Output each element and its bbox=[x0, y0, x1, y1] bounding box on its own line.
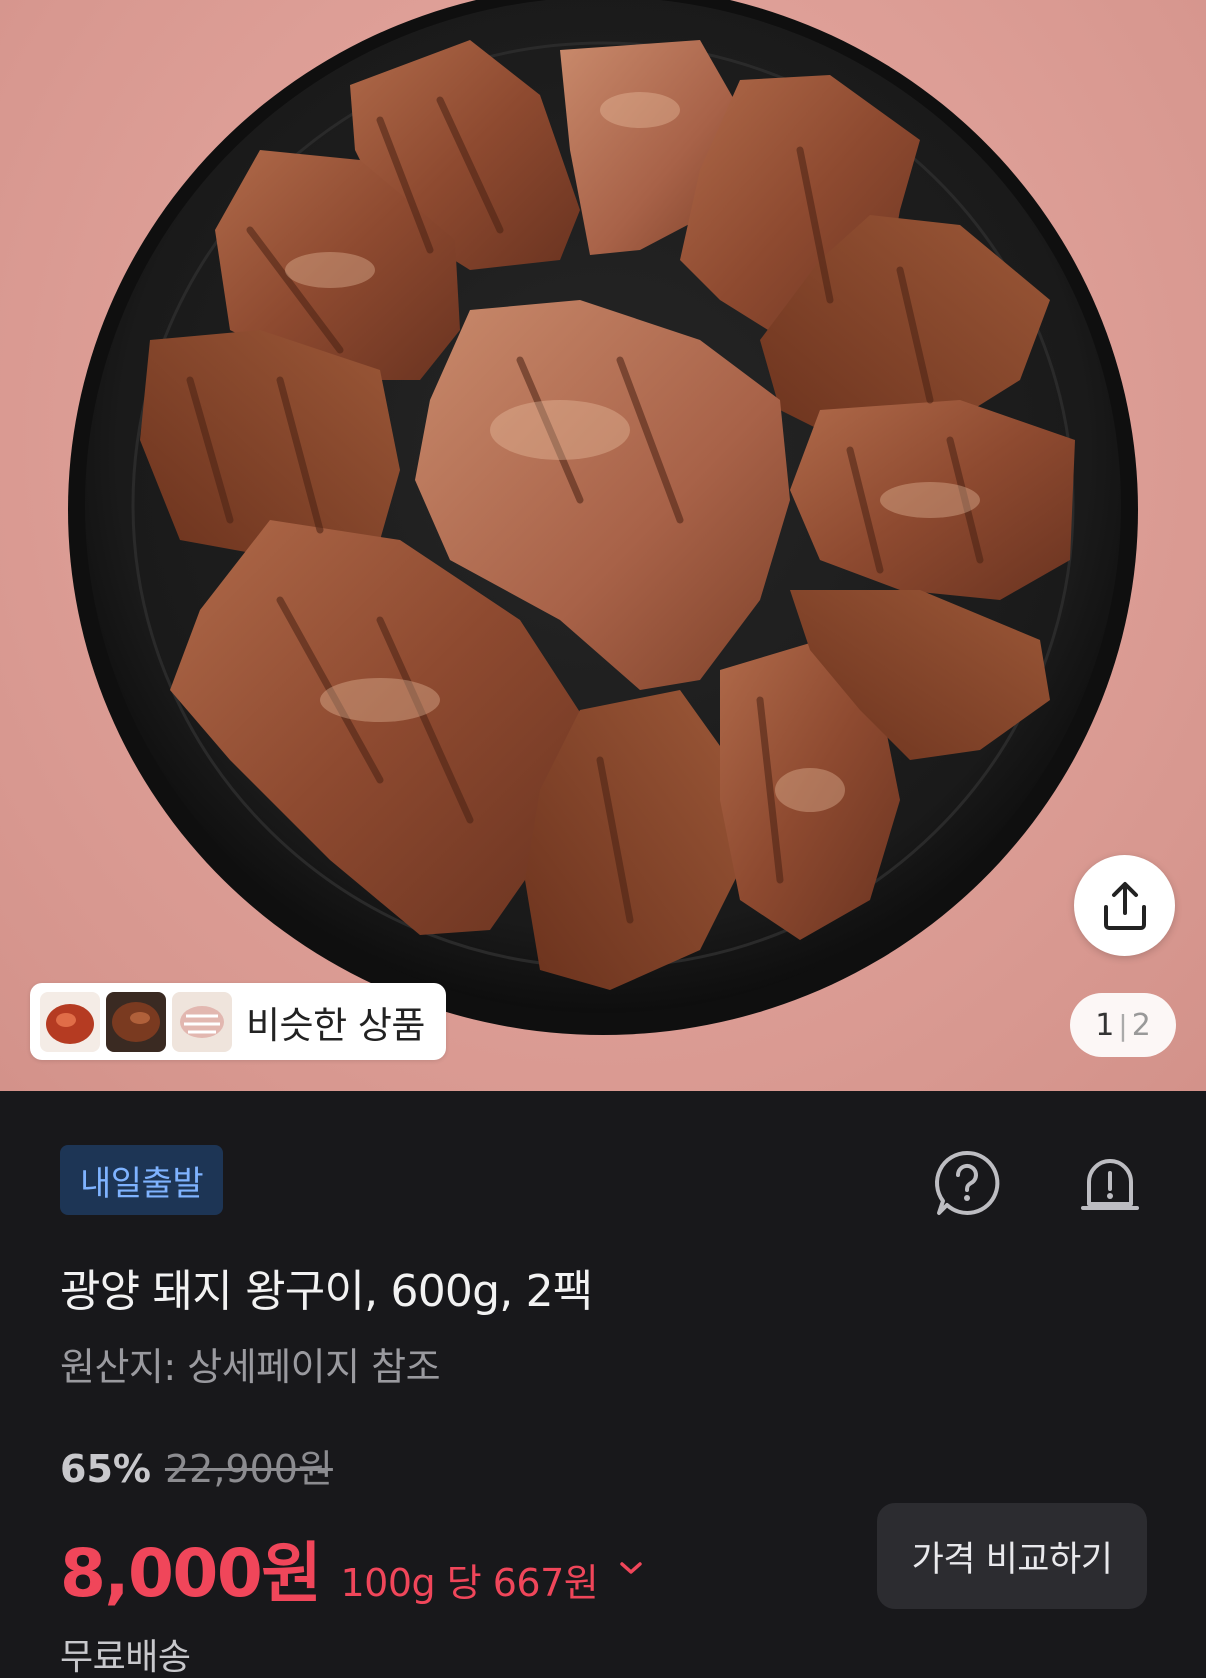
question-circle-icon bbox=[935, 1150, 1000, 1215]
discount-row: 65% 22,900원 bbox=[60, 1438, 333, 1493]
similar-product-thumbnail bbox=[40, 991, 100, 1052]
product-photo bbox=[68, 0, 1138, 1035]
image-pager: 1 | 2 bbox=[1070, 993, 1176, 1057]
pager-total: 2 bbox=[1131, 1007, 1151, 1043]
pager-current: 1 bbox=[1095, 1007, 1115, 1043]
help-button[interactable] bbox=[927, 1143, 1007, 1223]
similar-product-thumbnail bbox=[106, 991, 166, 1052]
share-button[interactable] bbox=[1074, 855, 1175, 956]
share-icon bbox=[1103, 881, 1146, 930]
discount-rate: 65% bbox=[60, 1447, 151, 1491]
origin-info: 원산지: 상세페이지 참조 bbox=[60, 1345, 441, 1389]
restock-alarm-button[interactable] bbox=[1070, 1143, 1150, 1223]
alarm-bell-icon bbox=[1081, 1159, 1139, 1210]
price-row: 8,000원 100g 당 667원 bbox=[60, 1520, 644, 1616]
unit-price[interactable]: 100g 당 667원 bbox=[340, 1552, 598, 1607]
original-price: 22,900원 bbox=[164, 1447, 333, 1491]
chevron-down-icon bbox=[620, 1562, 642, 1574]
similar-product-thumbnail bbox=[172, 991, 232, 1052]
price-compare-button[interactable]: 가격 비교하기 bbox=[877, 1503, 1147, 1609]
similar-products-button[interactable]: 비슷한 상품 bbox=[30, 983, 446, 1060]
product-title: 광양 돼지 왕구이, 600g, 2팩 bbox=[60, 1266, 593, 1317]
unit-price-expand[interactable] bbox=[618, 1559, 644, 1577]
delivery-badge: 내일출발 bbox=[60, 1145, 224, 1215]
pager-separator: | bbox=[1118, 1008, 1128, 1042]
sale-price: 8,000원 bbox=[60, 1535, 322, 1612]
similar-products-label: 비슷한 상품 bbox=[246, 1003, 425, 1047]
product-image-carousel[interactable]: 비슷한 상품 1 | 2 bbox=[0, 0, 1206, 1091]
shipping-info: 무료배송 bbox=[60, 1637, 191, 1678]
